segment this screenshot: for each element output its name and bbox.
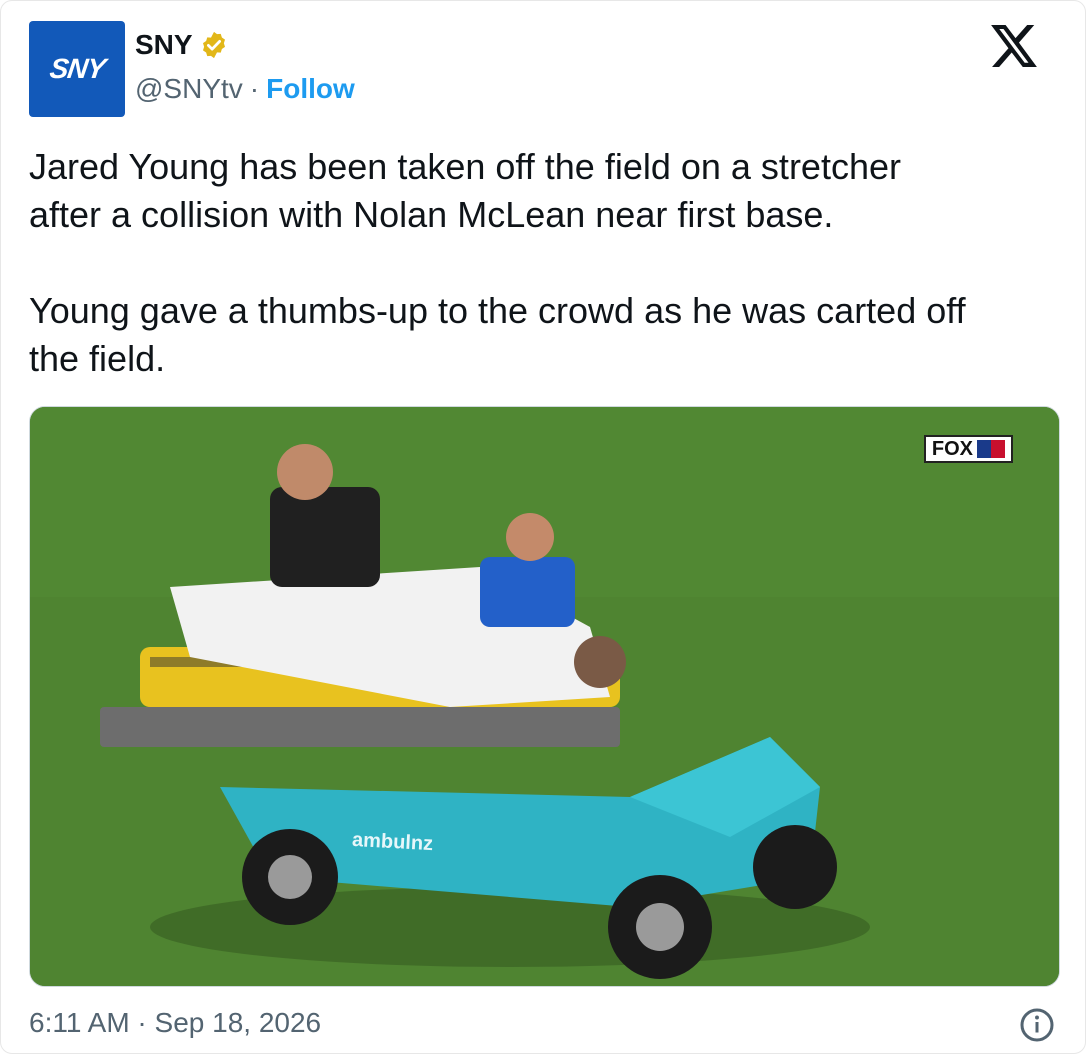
avatar[interactable]: SNY <box>29 21 125 117</box>
tweet-timestamp[interactable]: 6:11 AM · Sep 18, 2026 <box>29 1007 321 1039</box>
mlb-logo-icon <box>977 440 1005 458</box>
tweet-card: SNY SNY @SNYtv · Follow Jared Young has … <box>0 0 1086 1054</box>
avatar-logo-text: SNY <box>47 53 107 84</box>
author-handle-row: @SNYtv · Follow <box>135 73 355 105</box>
tweet-text: Jared Young has been taken off the field… <box>29 146 966 379</box>
info-icon[interactable] <box>1019 1007 1055 1043</box>
tweet-media-image[interactable]: FOX ambulnz <box>29 406 1060 987</box>
media-illustration <box>30 407 1059 986</box>
x-logo-icon[interactable] <box>991 25 1037 67</box>
network-badge-text: FOX <box>931 438 973 460</box>
network-badge: FOX <box>923 435 1013 463</box>
follow-button[interactable]: Follow <box>266 73 355 105</box>
author-name[interactable]: SNY <box>135 29 193 61</box>
separator-dot: · <box>249 73 260 104</box>
author-handle[interactable]: @SNYtv <box>135 73 243 105</box>
cart-brand-label: ambulnz <box>351 828 434 856</box>
verified-badge-icon <box>202 31 225 59</box>
author-name-row: SNY <box>135 29 229 61</box>
